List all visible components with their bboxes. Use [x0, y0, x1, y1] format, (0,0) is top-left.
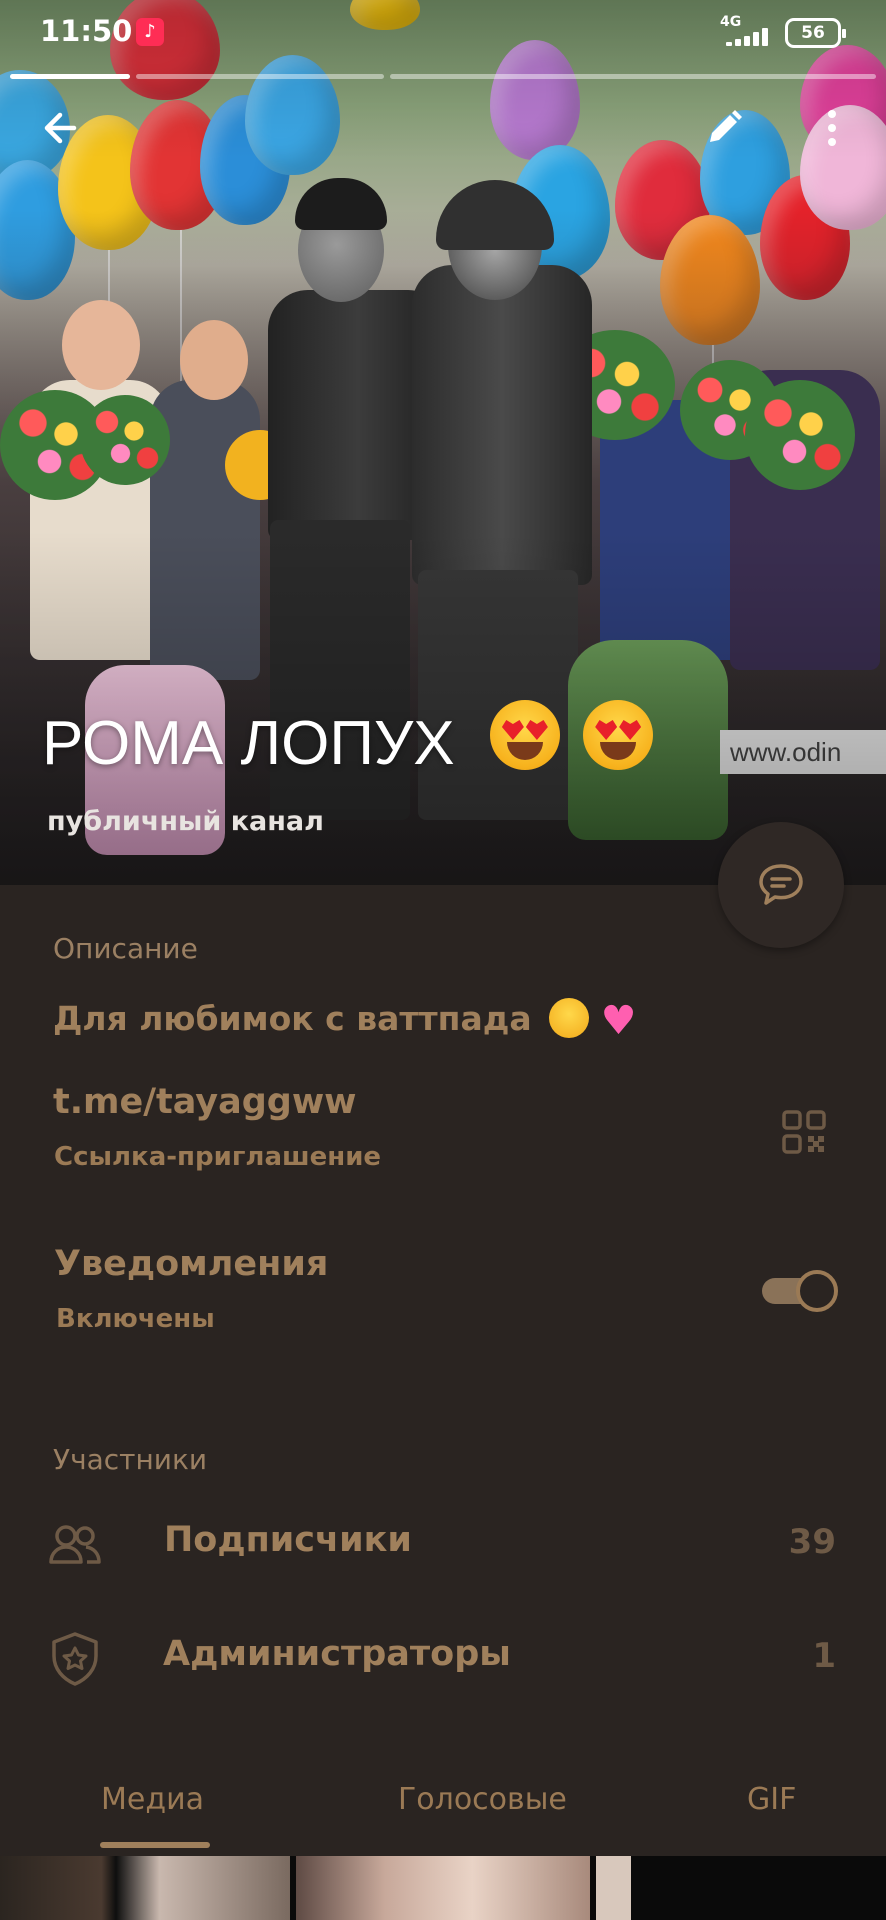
- signal-icon: [726, 28, 772, 46]
- description-label: Описание: [53, 932, 198, 965]
- admins-label: Администраторы: [163, 1634, 511, 1674]
- notifications-toggle[interactable]: [760, 1268, 840, 1314]
- notifications-title: Уведомления: [54, 1244, 329, 1284]
- pencil-icon: [710, 110, 742, 142]
- subscribers-label: Подписчики: [164, 1520, 412, 1560]
- pleading-face-emoji: [549, 998, 590, 1038]
- chat-icon: [759, 864, 803, 905]
- subscribers-row[interactable]: Подписчики 39: [0, 1500, 886, 1590]
- pink-heart-emoji: ♥: [600, 998, 637, 1044]
- invite-link-label: Ссылка-приглашение: [54, 1142, 382, 1172]
- invite-link[interactable]: t.me/tayaggww: [53, 1082, 357, 1122]
- channel-name: РОМА ЛОПУХ: [42, 709, 455, 778]
- participants-label: Участники: [53, 1443, 208, 1476]
- edit-button[interactable]: [696, 100, 752, 156]
- people-icon: [49, 1525, 101, 1564]
- qr-code-button[interactable]: [782, 1110, 826, 1154]
- story-progress: [10, 74, 876, 79]
- heart-eyes-emoji: [583, 700, 654, 770]
- status-time: 11:50: [40, 14, 133, 48]
- back-arrow-icon: [44, 112, 77, 144]
- media-grid: [0, 1856, 886, 1920]
- heart-eyes-emoji: [489, 700, 560, 770]
- media-tabs: Медиа Голосовые GIF: [0, 1760, 886, 1856]
- admin-shield-icon: [52, 1632, 98, 1686]
- qr-code-icon: [782, 1110, 826, 1154]
- media-thumbnail[interactable]: [596, 1856, 886, 1920]
- tab-gif[interactable]: GIF: [747, 1782, 796, 1817]
- media-thumbnail[interactable]: [0, 1856, 290, 1920]
- subscribers-count: 39: [788, 1522, 836, 1562]
- admins-row[interactable]: Администраторы 1: [0, 1614, 886, 1704]
- media-thumbnail[interactable]: [296, 1856, 590, 1920]
- back-button[interactable]: [34, 100, 90, 156]
- description-text: Для любимок с ваттпада ♥: [53, 998, 637, 1044]
- battery-icon: 56: [785, 18, 846, 48]
- tiktok-icon: ♪: [136, 18, 164, 46]
- admins-count: 1: [812, 1636, 836, 1676]
- tab-voice[interactable]: Голосовые: [398, 1782, 567, 1817]
- more-vertical-icon: [828, 110, 836, 146]
- notifications-status: Включены: [56, 1304, 215, 1334]
- more-menu-button[interactable]: [804, 100, 860, 156]
- status-bar: 11:50 ♪ 4G 56: [0, 0, 886, 64]
- tab-media[interactable]: Медиа: [101, 1782, 204, 1817]
- channel-type: публичный канал: [47, 806, 324, 837]
- channel-title: РОМА ЛОПУХ: [42, 700, 654, 779]
- active-tab-indicator: [100, 1842, 210, 1848]
- discussion-button[interactable]: [718, 822, 844, 948]
